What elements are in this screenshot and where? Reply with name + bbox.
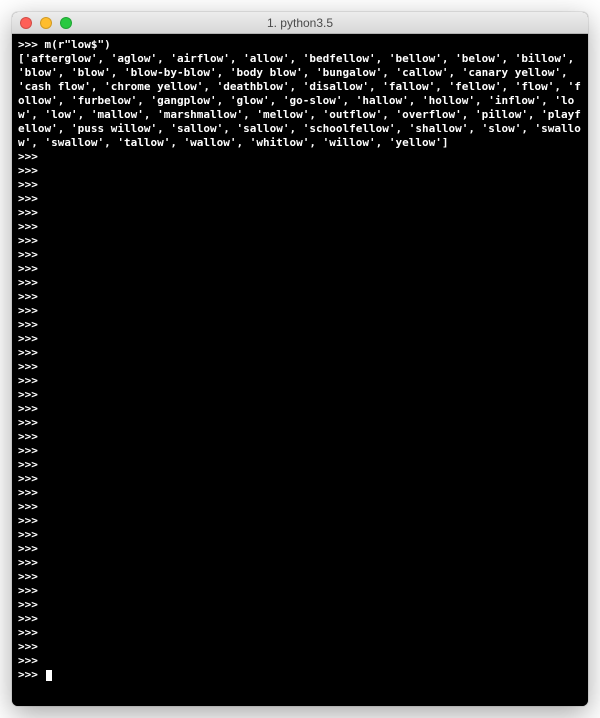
repl-prompt: >>> (18, 374, 582, 388)
repl-prompt: >>> (18, 612, 582, 626)
repl-prompt: >>> (18, 164, 582, 178)
repl-prompt: >>> (18, 500, 582, 514)
repl-prompt: >>> (18, 388, 582, 402)
repl-prompt: >>> (18, 570, 582, 584)
repl-prompt: >>> (18, 626, 582, 640)
window-title: 1. python3.5 (12, 16, 588, 30)
repl-output: ['afterglow', 'aglow', 'airflow', 'allow… (18, 52, 582, 150)
terminal-window: 1. python3.5 >>> m(r"low$")['afterglow',… (12, 12, 588, 706)
repl-prompt: >>> (18, 178, 582, 192)
repl-prompt-active[interactable]: >>> (18, 668, 582, 682)
repl-prompt: >>> (18, 276, 582, 290)
cursor-icon (46, 670, 52, 681)
close-icon[interactable] (20, 17, 32, 29)
repl-prompt: >>> (18, 416, 582, 430)
repl-prompt: >>> (18, 262, 582, 276)
repl-prompt: >>> (18, 220, 582, 234)
repl-prompt: >>> (18, 654, 582, 668)
minimize-icon[interactable] (40, 17, 52, 29)
repl-prompt: >>> (18, 290, 582, 304)
repl-input-line: >>> m(r"low$") (18, 38, 582, 52)
prompt-text: >>> (18, 668, 45, 681)
repl-prompt: >>> (18, 598, 582, 612)
repl-prompt: >>> (18, 346, 582, 360)
repl-prompt: >>> (18, 248, 582, 262)
repl-prompt: >>> (18, 206, 582, 220)
terminal-content[interactable]: >>> m(r"low$")['afterglow', 'aglow', 'ai… (12, 34, 588, 706)
repl-prompt: >>> (18, 584, 582, 598)
repl-prompt: >>> (18, 192, 582, 206)
repl-prompt: >>> (18, 444, 582, 458)
repl-prompt: >>> (18, 472, 582, 486)
repl-prompt: >>> (18, 234, 582, 248)
repl-prompt: >>> (18, 332, 582, 346)
repl-prompt: >>> (18, 458, 582, 472)
repl-prompt: >>> (18, 360, 582, 374)
repl-prompt: >>> (18, 514, 582, 528)
repl-prompt: >>> (18, 430, 582, 444)
repl-prompt: >>> (18, 556, 582, 570)
repl-prompt: >>> (18, 304, 582, 318)
repl-prompt: >>> (18, 640, 582, 654)
zoom-icon[interactable] (60, 17, 72, 29)
traffic-lights (12, 17, 72, 29)
repl-prompt: >>> (18, 486, 582, 500)
repl-prompt: >>> (18, 402, 582, 416)
repl-prompt: >>> (18, 528, 582, 542)
repl-prompt: >>> (18, 542, 582, 556)
repl-prompt: >>> (18, 150, 582, 164)
repl-prompt: >>> (18, 318, 582, 332)
window-titlebar[interactable]: 1. python3.5 (12, 12, 588, 34)
